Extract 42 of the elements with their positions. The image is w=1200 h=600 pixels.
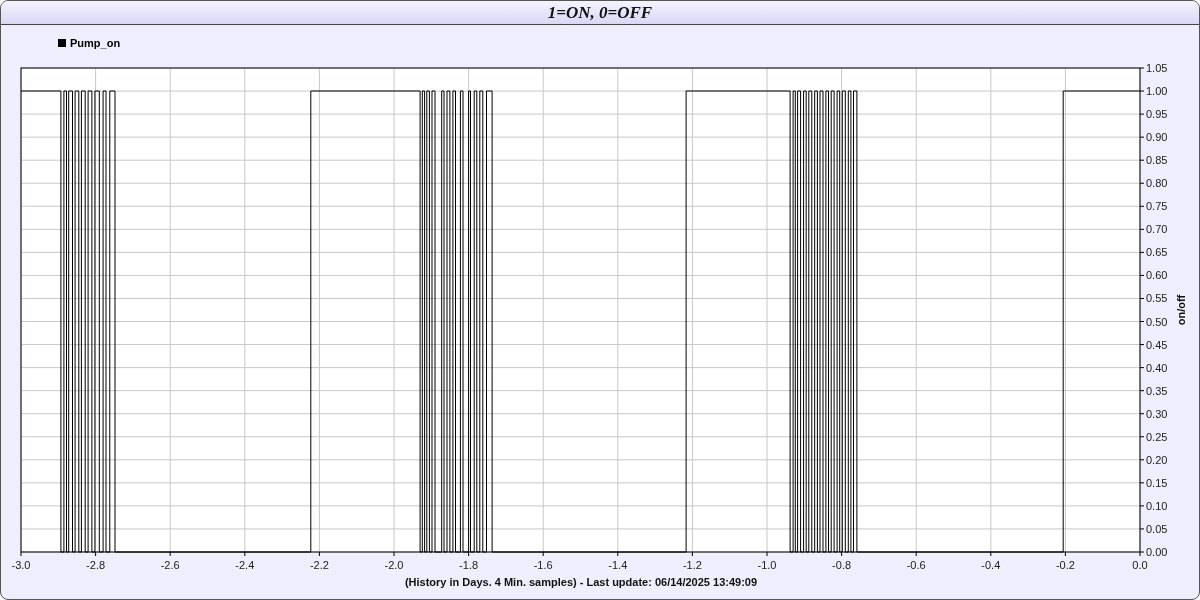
- window-title: 1=ON, 0=OFF: [547, 2, 653, 23]
- x-tick-label: -3.0: [11, 559, 31, 571]
- x-tick-label: -1.6: [533, 559, 553, 571]
- y-tick-label: 1.05: [1146, 62, 1168, 74]
- y-tick-label: 0.35: [1146, 384, 1168, 397]
- y-tick-label: 0.85: [1146, 154, 1168, 167]
- y-tick-label: 0.05: [1146, 522, 1168, 535]
- x-tick-label: -1.8: [459, 559, 479, 571]
- y-tick-label: 1.00: [1146, 85, 1168, 98]
- y-tick-label: 0.10: [1146, 499, 1168, 512]
- y-tick-label: 0.60: [1146, 269, 1168, 282]
- x-tick-label: -1.4: [608, 559, 628, 571]
- x-tick-label: 0.0: [1132, 559, 1148, 571]
- y-tick-label: 0.40: [1146, 361, 1168, 374]
- y-axis-label: on/off: [1175, 294, 1187, 326]
- y-tick-label: 0.75: [1146, 200, 1168, 213]
- y-tick-label: 0.70: [1146, 223, 1168, 236]
- x-tick-label: -1.0: [757, 559, 777, 571]
- y-tick-label: 0.55: [1146, 292, 1168, 305]
- legend-label: Pump_on: [70, 36, 121, 49]
- x-tick-label: -0.2: [1055, 559, 1075, 571]
- y-tick-label: 0.00: [1146, 546, 1168, 558]
- x-tick-label: -2.0: [384, 559, 404, 571]
- y-tick-label: 0.45: [1146, 338, 1168, 351]
- y-tick-label: 0.50: [1146, 315, 1168, 328]
- y-tick-label: 0.20: [1146, 453, 1168, 466]
- y-tick-label: 0.95: [1146, 108, 1168, 121]
- x-tick-label: -2.6: [160, 559, 180, 571]
- x-tick-label: -2.8: [86, 559, 106, 571]
- x-tick-label: -0.6: [906, 559, 926, 571]
- y-tick-label: 0.90: [1146, 131, 1168, 144]
- y-tick-label: 0.25: [1146, 430, 1168, 443]
- y-tick-label: 0.65: [1146, 246, 1168, 259]
- x-axis-label: (History in Days. 4 Min. samples) - Last update: 06/14/2025 13:49:09: [404, 576, 758, 588]
- x-tick-label: -2.2: [309, 559, 329, 571]
- y-tick-label: 0.30: [1146, 407, 1168, 420]
- x-tick-label: -2.4: [235, 559, 255, 571]
- x-tick-label: -0.4: [981, 559, 1001, 571]
- x-tick-label: -1.2: [682, 559, 702, 571]
- y-tick-label: 0.15: [1146, 476, 1168, 489]
- x-tick-label: -0.8: [832, 559, 852, 571]
- y-tick-label: 0.80: [1146, 177, 1168, 190]
